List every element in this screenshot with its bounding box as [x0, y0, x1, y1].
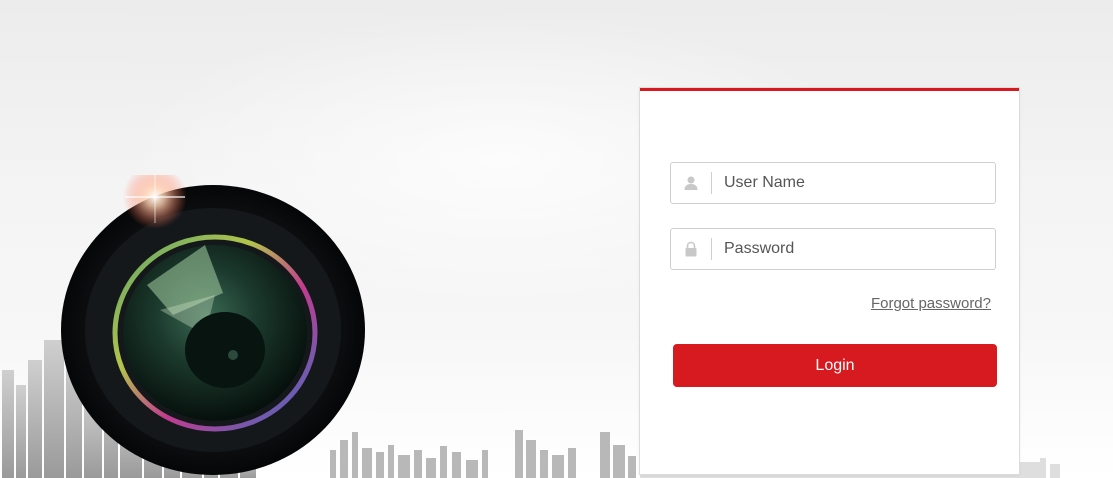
username-input[interactable] — [712, 163, 995, 203]
forgot-password-link[interactable]: Forgot password? — [871, 295, 991, 312]
lock-icon — [671, 229, 711, 269]
camera-lens-illustration — [61, 175, 365, 475]
user-icon — [671, 163, 711, 203]
password-field — [670, 228, 996, 270]
login-button[interactable]: Login — [673, 344, 997, 387]
login-panel: Forgot password? Login — [640, 88, 1019, 474]
password-input[interactable] — [712, 229, 995, 269]
username-field — [670, 162, 996, 204]
